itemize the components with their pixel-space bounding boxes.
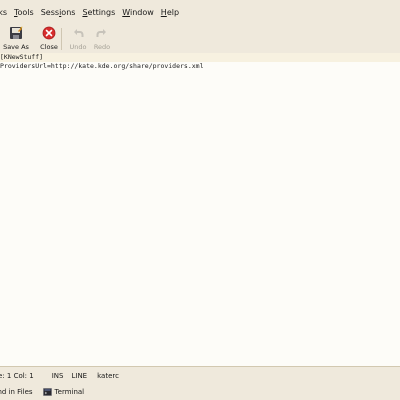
close-icon xyxy=(42,26,56,40)
save-as-icon xyxy=(10,26,23,39)
menu-window[interactable]: Window xyxy=(122,8,154,17)
selection-mode-indicator[interactable]: LINE xyxy=(71,372,87,380)
menu-sessions[interactable]: Sessions xyxy=(41,8,76,17)
menu-tools[interactable]: Tools xyxy=(14,8,34,17)
undo-icon xyxy=(74,29,84,37)
menu-bookmarks[interactable]: arks xyxy=(0,8,7,17)
text-editor[interactable]: [KNewStuff] ProvidersUrl=http://kate.kde… xyxy=(0,53,400,366)
menu-settings[interactable]: Settings xyxy=(82,8,115,17)
menu-sessions-post: ons xyxy=(61,7,76,17)
menu-help[interactable]: Help xyxy=(161,8,179,17)
editor-line-1: [KNewStuff] xyxy=(0,53,44,61)
editor-line-2: ProvidersUrl=http://kate.kde.org/share/p… xyxy=(0,62,204,70)
menu-tools-rest: ools xyxy=(17,7,34,17)
redo-button[interactable]: Redo xyxy=(86,26,118,52)
menu-help-rest: elp xyxy=(166,7,180,17)
undo-label: Undo xyxy=(69,43,87,51)
menu-settings-rest: ettings xyxy=(87,7,116,17)
close-label: Close xyxy=(40,43,58,51)
menu-bar: arks Tools Sessions Settings Window Help xyxy=(0,0,400,24)
tool-view-bar: Find in Files Terminal xyxy=(0,384,400,400)
save-as-button[interactable]: Save As xyxy=(0,26,32,52)
insert-mode-indicator[interactable]: INS xyxy=(52,372,64,380)
save-as-label: Save As xyxy=(3,43,29,51)
terminal-tab-label: Terminal xyxy=(54,388,85,396)
redo-icon xyxy=(96,29,106,37)
redo-label: Redo xyxy=(93,43,111,51)
current-line-highlight xyxy=(0,53,400,62)
menu-window-mnemonic: W xyxy=(122,7,130,17)
document-name: katerc xyxy=(97,372,119,380)
terminal-icon xyxy=(42,388,52,396)
find-in-files-tab[interactable]: Find in Files xyxy=(0,388,33,396)
status-bar: e: 1 Col: 1 INS LINE katerc xyxy=(0,366,400,385)
menu-window-rest: indow xyxy=(129,7,154,17)
main-toolbar: Save As Close Undo Redo xyxy=(0,24,400,54)
menu-sessions-pre: Sess xyxy=(40,7,60,17)
cursor-position: e: 1 Col: 1 xyxy=(0,372,34,380)
terminal-tab[interactable]: Terminal xyxy=(42,388,85,396)
